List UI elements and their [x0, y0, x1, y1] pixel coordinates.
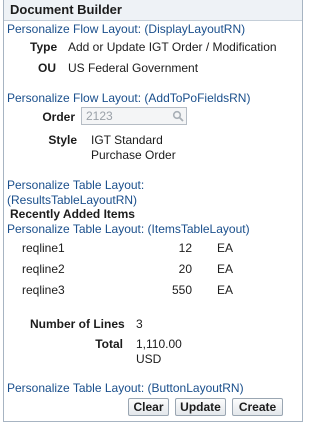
type-value: Add or Update IGT Order / Modification	[68, 40, 277, 54]
item-qty: 20	[178, 262, 192, 276]
personalize-results-link-line2[interactable]: (ResultsTableLayoutRN)	[7, 193, 137, 207]
item-qty: 550	[171, 283, 192, 297]
personalize-results-link-line1[interactable]: Personalize Table Layout:	[7, 178, 144, 192]
item-qty: 12	[178, 241, 192, 255]
create-button[interactable]: Create	[232, 398, 283, 416]
total-currency: USD	[136, 352, 162, 366]
item-line: reqline2	[22, 262, 65, 276]
item-uom: EA	[217, 283, 234, 297]
personalize-display-layout-link[interactable]: Personalize Flow Layout: (DisplayLayoutR…	[7, 22, 245, 36]
type-label: Type	[30, 40, 58, 54]
personalize-items-link[interactable]: Personalize Table Layout: (ItemsTableLay…	[7, 222, 250, 236]
table-row: reqline3 550 EA	[22, 283, 242, 303]
total-label: Total	[95, 337, 123, 351]
search-icon[interactable]	[172, 110, 184, 122]
panel-title: Document Builder	[4, 0, 302, 21]
recently-added-heading: Recently Added Items	[10, 207, 135, 221]
ou-value: US Federal Government	[68, 61, 199, 75]
ou-label: OU	[38, 61, 56, 75]
style-value-line2: Purchase Order	[91, 148, 176, 162]
personalize-button-layout-link[interactable]: Personalize Table Layout: (ButtonLayoutR…	[7, 381, 244, 395]
total-value: 1,110.00	[136, 337, 182, 351]
clear-button[interactable]: Clear	[128, 398, 169, 416]
style-value-line1: IGT Standard	[91, 133, 163, 147]
number-of-lines-value: 3	[136, 317, 143, 331]
personalize-addtopo-link[interactable]: Personalize Flow Layout: (AddToPoFieldsR…	[7, 91, 250, 105]
item-uom: EA	[217, 262, 234, 276]
item-line: reqline1	[22, 241, 65, 255]
order-label: Order	[42, 110, 75, 124]
number-of-lines-label: Number of Lines	[30, 317, 125, 331]
item-line: reqline3	[22, 283, 65, 297]
item-uom: EA	[217, 241, 234, 255]
update-button[interactable]: Update	[175, 398, 226, 416]
table-row: reqline2 20 EA	[22, 262, 242, 282]
style-label: Style	[48, 133, 77, 147]
table-row: reqline1 12 EA	[22, 241, 242, 261]
